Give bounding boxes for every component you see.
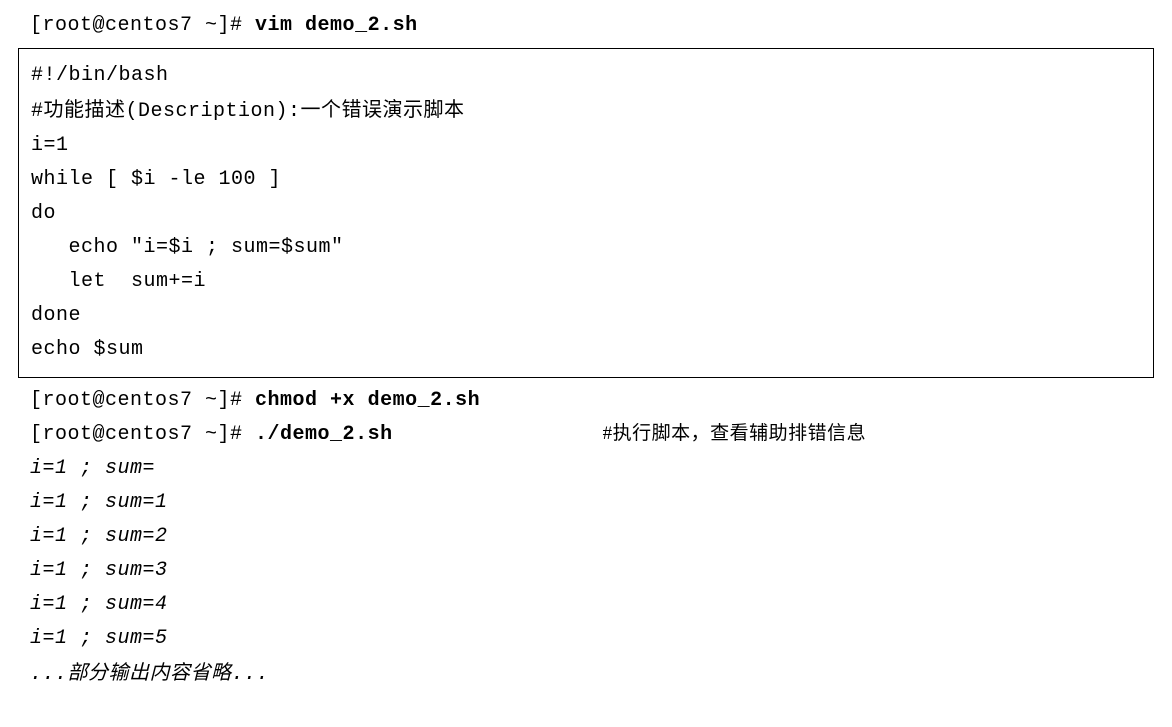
output-line: i=1 ; sum=2 [30,520,1172,554]
prompt-prefix: [root@centos7 ~]# [30,389,255,412]
output-line: i=1 ; sum=5 [30,622,1172,656]
output-line: i=1 ; sum=1 [30,486,1172,520]
terminal-prompt-run: [root@centos7 ~]# ./demo_2.sh #执行脚本，查看辅助… [30,418,1172,452]
script-line-while: while [ $i -le 100 ] [31,163,1141,197]
prompt-prefix: [root@centos7 ~]# [30,14,255,37]
output-line: i=1 ; sum=4 [30,588,1172,622]
terminal-prompt-vim: [root@centos7 ~]# vim demo_2.sh [0,10,1172,42]
output-line: i=1 ; sum= [30,452,1172,486]
script-line-shebang: #!/bin/bash [31,59,1141,93]
script-line-do: do [31,197,1141,231]
script-line-description: #功能描述(Description):一个错误演示脚本 [31,93,1141,129]
run-command: ./demo_2.sh [255,423,393,446]
script-line-echo-sum: echo $sum [31,333,1141,367]
terminal-output-section: [root@centos7 ~]# chmod +x demo_2.sh [ro… [0,384,1172,692]
script-content-box: #!/bin/bash #功能描述(Description):一个错误演示脚本 … [18,48,1154,378]
output-line: i=1 ; sum=3 [30,554,1172,588]
script-line-init: i=1 [31,129,1141,163]
prompt-command: vim demo_2.sh [255,14,418,37]
output-ellipsis: ...部分输出内容省略... [30,656,1172,692]
prompt-prefix: [root@centos7 ~]# [30,423,255,446]
run-comment: #执行脚本，查看辅助排错信息 [393,418,867,450]
terminal-prompt-chmod: [root@centos7 ~]# chmod +x demo_2.sh [30,384,1172,418]
chmod-command: chmod +x demo_2.sh [255,389,480,412]
script-line-let: let sum+=i [31,265,1141,299]
script-line-done: done [31,299,1141,333]
script-line-echo: echo "i=$i ; sum=$sum" [31,231,1141,265]
